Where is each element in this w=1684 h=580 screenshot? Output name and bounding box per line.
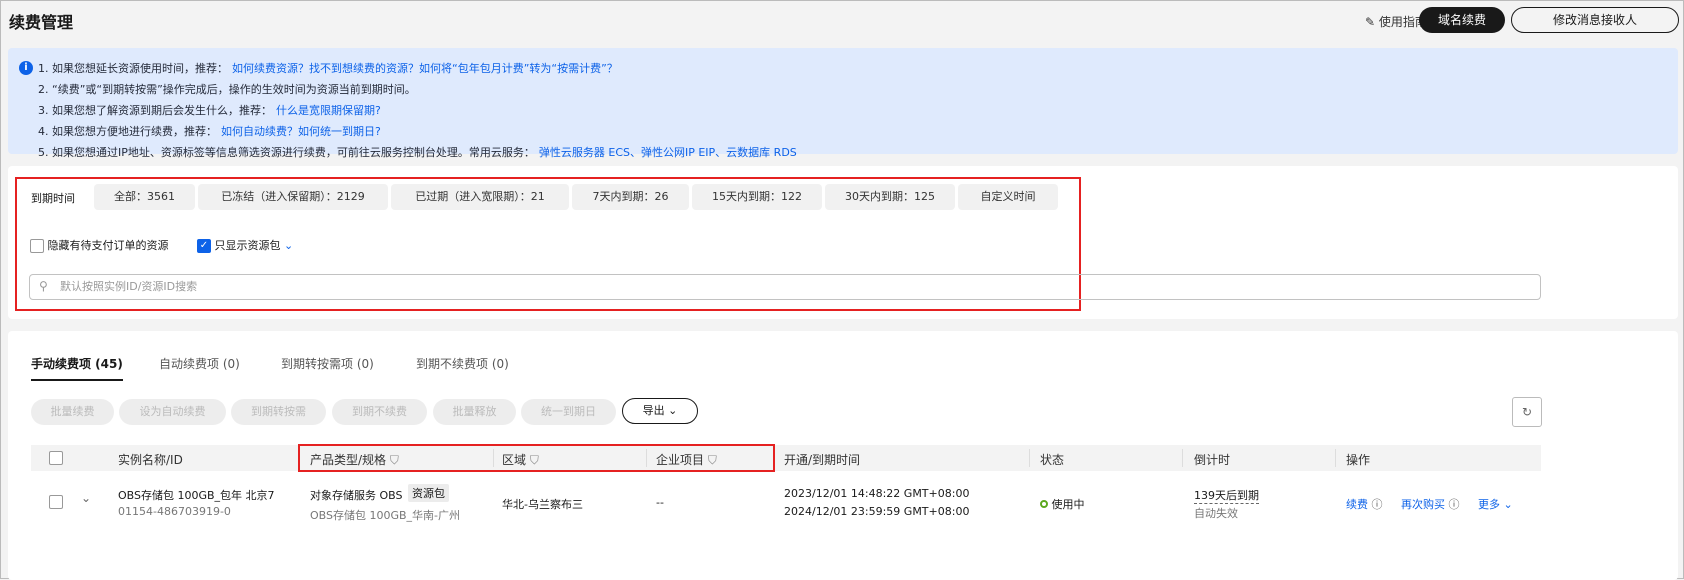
refresh-icon: ↻: [1521, 405, 1533, 419]
more-label: 更多: [1478, 498, 1500, 511]
checkbox-label: 隐藏有待支付订单的资源: [47, 239, 169, 252]
expire-time-label: 到期时间: [31, 192, 75, 205]
col-label: 产品类型/规格: [310, 453, 387, 467]
product-spec: OBS存储包 100GB_华南-广州: [310, 509, 461, 522]
chip-frozen[interactable]: 已冻结（进入保留期）：2129: [198, 184, 388, 210]
chip-7days[interactable]: 7天内到期：26: [572, 184, 689, 210]
instance-name: OBS存储包 100GB_包年 北京7: [118, 489, 275, 502]
divider: [493, 449, 494, 467]
tab-auto[interactable]: 自动续费项 (0): [159, 355, 240, 372]
no-renew-button[interactable]: 到期不续费: [332, 399, 427, 425]
col-label: 区域: [502, 453, 527, 467]
status-label: 使用中: [1051, 498, 1085, 511]
domain-renew-button[interactable]: 域名续费: [1419, 7, 1505, 33]
info-line: 2. “续费”或“到期转按需”操作完成后，操作的生效时间为资源当前到期时间。: [38, 83, 416, 96]
divider: [646, 449, 647, 467]
set-auto-renew-button[interactable]: 设为自动续费: [119, 399, 226, 425]
hide-unpaid-checkbox[interactable]: 隐藏有待支付订单的资源: [30, 237, 169, 253]
col-name: 实例名称/ID: [118, 453, 183, 467]
filter-icon[interactable]: ⛉: [708, 453, 717, 467]
region: 华北-乌兰察布三: [502, 498, 583, 511]
info-link[interactable]: 如何自动续费？如何统一到期日?: [221, 125, 381, 138]
expire-filter-chips: 全部：3561 已冻结（进入保留期）：2129 已过期（进入宽限期）：21 7天内到期…: [94, 184, 1061, 210]
search-icon: ⚲: [39, 279, 48, 293]
search-input[interactable]: 默认按照实例ID/资源ID搜索: [29, 274, 1541, 300]
select-all-checkbox[interactable]: [49, 451, 63, 465]
tab-no-renew[interactable]: 到期不续费项 (0): [416, 355, 509, 372]
filter-icon[interactable]: ⛉: [530, 453, 539, 467]
chip-30days[interactable]: 30天内到期：125: [825, 184, 955, 210]
guide-link[interactable]: ✎ 使用指南: [1365, 13, 1427, 30]
export-label: 导出: [642, 404, 665, 417]
info-line: 1. 如果您想延长资源使用时间，推荐：: [38, 62, 228, 75]
chevron-down-icon: ⌄: [668, 404, 678, 417]
status: 使用中: [1040, 496, 1085, 512]
info-icon: i: [19, 61, 33, 75]
filter-icon[interactable]: ⛉: [390, 453, 399, 467]
product-name: 对象存储服务 OBS: [310, 489, 403, 502]
more-link[interactable]: 更多 ⌄: [1478, 496, 1513, 512]
info-line: 3. 如果您想了解资源到期后会发生什么，推荐：: [38, 104, 272, 117]
chevron-down-icon: ⌄: [1503, 498, 1513, 511]
instance-id: 01154-486703919-0: [118, 505, 231, 518]
info-link[interactable]: 如何续费资源？找不到想续费的资源？如何将“包年包月计费”转为“按需计费”？: [232, 62, 618, 75]
modify-receiver-button[interactable]: 修改消息接收人: [1511, 7, 1679, 33]
export-button[interactable]: 导出 ⌄: [622, 398, 698, 424]
to-ondemand-button[interactable]: 到期转按需: [231, 399, 326, 425]
col-region[interactable]: 区域 ⛉: [502, 451, 539, 468]
unify-expire-button[interactable]: 统一到期日: [521, 399, 616, 425]
renew-label: 续费: [1346, 498, 1368, 511]
col-project[interactable]: 企业项目 ⛉: [656, 451, 717, 468]
col-ops: 操作: [1346, 453, 1371, 467]
tab-manual[interactable]: 手动续费项 (45): [31, 355, 123, 372]
help-icon[interactable]: ⓘ: [1372, 498, 1383, 511]
col-time: 开通/到期时间: [784, 453, 861, 467]
edit-icon: ✎: [1365, 15, 1379, 29]
renew-link[interactable]: 续费 ⓘ: [1346, 496, 1383, 512]
only-package-checkbox[interactable]: ✓ 只显示资源包 ⌄: [197, 237, 293, 253]
rebuy-link[interactable]: 再次购买 ⓘ: [1401, 496, 1460, 512]
info-link[interactable]: 弹性云服务器 ECS、弹性公网IP EIP、云数据库 RDS: [539, 146, 797, 159]
batch-release-button[interactable]: 批量释放: [433, 399, 516, 425]
divider: [1335, 449, 1336, 467]
divider: [1182, 449, 1183, 467]
info-line: 4. 如果您想方便地进行续费，推荐：: [38, 125, 217, 138]
info-line: 5. 如果您想通过IP地址、资源标签等信息筛选资源进行续费，可前往云服务控制台处…: [38, 146, 535, 159]
divider: [1029, 449, 1030, 467]
info-link[interactable]: 什么是宽限期保留期?: [276, 104, 381, 117]
chip-15days[interactable]: 15天内到期：122: [692, 184, 822, 210]
countdown: 139天后到期: [1194, 489, 1259, 504]
col-status: 状态: [1040, 453, 1065, 467]
help-icon[interactable]: ⓘ: [1449, 498, 1460, 511]
package-badge: 资源包: [408, 484, 449, 502]
row-checkbox[interactable]: [49, 495, 63, 509]
col-product[interactable]: 产品类型/规格 ⛉: [310, 451, 399, 468]
chip-custom[interactable]: 自定义时间: [958, 184, 1058, 210]
col-label: 企业项目: [656, 453, 705, 467]
tab-to-ondemand[interactable]: 到期转按需项 (0): [281, 355, 374, 372]
chip-expired[interactable]: 已过期（进入宽限期）：21: [391, 184, 569, 210]
checkbox[interactable]: [30, 239, 44, 253]
checkbox-checked[interactable]: ✓: [197, 239, 211, 253]
chevron-down-icon[interactable]: ⌄: [284, 239, 293, 252]
col-countdown: 倒计时: [1194, 453, 1231, 467]
enterprise-project: --: [656, 496, 664, 509]
status-dot-icon: [1040, 500, 1048, 508]
end-time: 2024/12/01 23:59:59 GMT+08:00: [784, 505, 970, 518]
batch-renew-button[interactable]: 批量续费: [31, 399, 114, 425]
expand-chevron-icon[interactable]: ⌄: [81, 491, 91, 505]
rebuy-label: 再次购买: [1401, 498, 1445, 511]
checkbox-label: 只显示资源包: [214, 239, 281, 252]
countdown-sub: 自动失效: [1194, 507, 1238, 520]
start-time: 2023/12/01 14:48:22 GMT+08:00: [784, 487, 970, 500]
info-banner: i 1. 如果您想延长资源使用时间，推荐： 如何续费资源？找不到想续费的资源？如何…: [8, 48, 1678, 159]
chip-all[interactable]: 全部：3561: [94, 184, 195, 210]
tab-underline: [31, 379, 123, 381]
refresh-button[interactable]: ↻: [1512, 397, 1542, 427]
page-title: 续费管理: [9, 13, 74, 32]
